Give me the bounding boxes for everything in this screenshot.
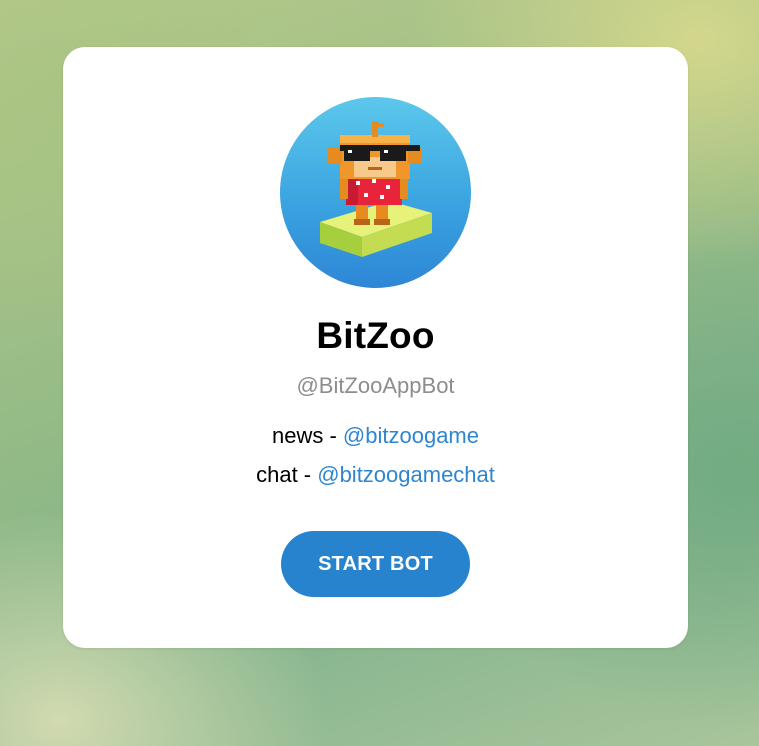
description-prefix: chat - (256, 462, 318, 487)
description-line-chat: chat - @bitzoogamechat (63, 462, 688, 488)
chat-group-link[interactable]: @bitzoogamechat (317, 462, 495, 487)
bot-name: BitZoo (316, 315, 435, 356)
bot-avatar (280, 97, 471, 288)
news-channel-link[interactable]: @bitzoogame (343, 423, 479, 448)
bot-info-card: BitZoo @BitZooAppBot news - @bitzoogame … (63, 47, 688, 648)
start-bot-button[interactable]: START BOT (281, 531, 470, 597)
description-line-news: news - @bitzoogame (63, 423, 688, 449)
description-prefix: news - (272, 423, 343, 448)
bot-username: @BitZooAppBot (296, 373, 455, 398)
pixel-monkey-sunglasses-icon (320, 121, 432, 257)
